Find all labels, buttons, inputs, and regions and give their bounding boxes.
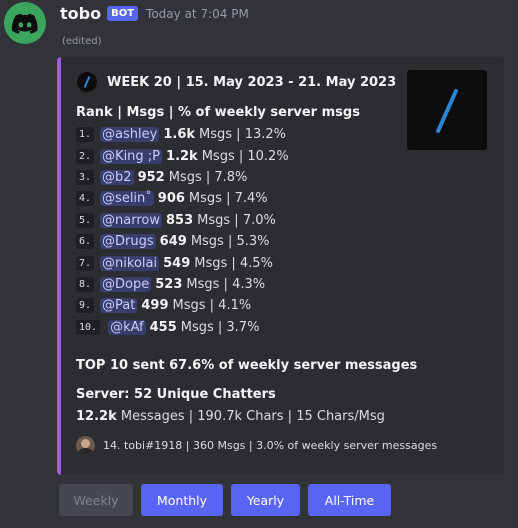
message-count: 455 bbox=[149, 319, 177, 335]
rank-number: 4. bbox=[76, 191, 95, 207]
rank-stats: Msgs | 10.2% bbox=[201, 148, 289, 164]
message-header: tobo BOT Today at 7:04 PM bbox=[60, 4, 249, 23]
rank-row: 2. @King ;P 1.2k Msgs | 10.2% bbox=[76, 145, 376, 166]
rank-number: 5. bbox=[76, 212, 95, 228]
alltime-button[interactable]: All-Time bbox=[308, 484, 391, 516]
message-count: 549 bbox=[163, 255, 191, 271]
user-mention[interactable]: @b2 bbox=[100, 169, 134, 185]
message-count: 1.6k bbox=[163, 127, 196, 143]
rank-row: 10. @kAf 455 Msgs | 3.7% bbox=[76, 317, 376, 338]
message-timestamp[interactable]: Today at 7:04 PM bbox=[146, 7, 249, 21]
rank-stats: Msgs | 13.2% bbox=[199, 127, 286, 143]
rank-stats: Msgs | 7.0% bbox=[197, 212, 276, 228]
bot-badge: BOT bbox=[107, 6, 139, 21]
user-mention[interactable]: @narrow bbox=[100, 212, 163, 228]
yearly-button[interactable]: Yearly bbox=[231, 484, 300, 516]
bot-avatar[interactable] bbox=[4, 2, 46, 44]
user-mention[interactable]: @ashley bbox=[100, 127, 160, 143]
message-count: 952 bbox=[137, 169, 165, 185]
message-count: 499 bbox=[141, 298, 169, 314]
embed-author: WEEK 20 | 15. May 2023 - 21. May 2023 bbox=[77, 72, 396, 92]
rank-stats: Msgs | 3.7% bbox=[180, 319, 260, 335]
rank-number: 7. bbox=[76, 255, 95, 271]
rank-list: 1. @ashley 1.6k Msgs | 13.2% 2. @King ;P… bbox=[76, 124, 376, 338]
message-count: 649 bbox=[159, 234, 187, 250]
edited-label: (edited) bbox=[62, 36, 102, 47]
message-count: 1.2k bbox=[166, 148, 198, 164]
discord-logo-icon bbox=[11, 13, 38, 34]
rank-number: 9. bbox=[76, 298, 95, 314]
author-name[interactable]: tobo bbox=[60, 4, 101, 23]
rank-number: 3. bbox=[76, 169, 95, 185]
rank-number: 10. bbox=[76, 319, 101, 335]
rank-row: 1. @ashley 1.6k Msgs | 13.2% bbox=[76, 124, 376, 145]
rank-row: 8. @Dope 523 Msgs | 4.3% bbox=[76, 274, 376, 295]
rank-row: 9. @Pat 499 Msgs | 4.1% bbox=[76, 295, 376, 316]
user-mention[interactable]: @nikolai bbox=[100, 255, 160, 271]
footer-text: 14. tobi#1918 | 360 Msgs | 3.0% of weekl… bbox=[103, 439, 438, 452]
rank-row: 3. @b2 952 Msgs | 7.8% bbox=[76, 167, 376, 188]
server-stats: 12.2k Messages | 190.7k Chars | 15 Chars… bbox=[76, 409, 385, 424]
user-mention[interactable]: @Pat bbox=[100, 298, 138, 314]
stats-embed: WEEK 20 | 15. May 2023 - 21. May 2023 Ra… bbox=[57, 57, 504, 475]
user-mention[interactable]: @Dope bbox=[100, 276, 152, 292]
user-mention[interactable]: @Drugs bbox=[100, 234, 156, 250]
rank-stats: Msgs | 4.1% bbox=[172, 298, 252, 314]
message-count: 906 bbox=[157, 191, 185, 207]
monthly-button[interactable]: Monthly bbox=[141, 484, 223, 516]
rank-stats: Msgs | 7.8% bbox=[168, 169, 248, 185]
user-mention[interactable]: @King ;P bbox=[100, 148, 163, 164]
top10-summary: TOP 10 sent 67.6% of weekly server messa… bbox=[76, 358, 418, 373]
embed-thumbnail[interactable] bbox=[407, 70, 487, 150]
rank-stats: Msgs | 4.5% bbox=[194, 255, 273, 271]
week-title: WEEK 20 | 15. May 2023 - 21. May 2023 bbox=[107, 74, 397, 90]
stats-message-total: 12.2k bbox=[76, 409, 117, 424]
message-count: 523 bbox=[155, 276, 183, 292]
rank-number: 2. bbox=[76, 148, 95, 164]
rank-number: 6. bbox=[76, 234, 95, 250]
stats-details: Messages | 190.7k Chars | 15 Chars/Msg bbox=[120, 409, 385, 424]
rank-stats: Msgs | 5.3% bbox=[190, 234, 270, 250]
rank-stats: Msgs | 4.3% bbox=[186, 276, 266, 292]
rank-row: 4. @selin˚ 906 Msgs | 7.4% bbox=[76, 188, 376, 209]
user-mention[interactable]: @selin˚ bbox=[100, 191, 154, 207]
server-icon bbox=[77, 72, 97, 92]
rank-row: 6. @Drugs 649 Msgs | 5.3% bbox=[76, 231, 376, 252]
rank-number: 1. bbox=[76, 127, 95, 143]
embed-footer: 14. tobi#1918 | 360 Msgs | 3.0% of weekl… bbox=[76, 436, 437, 455]
rank-number: 8. bbox=[76, 276, 95, 292]
rank-header: Rank | Msgs | % of weekly server msgs bbox=[76, 105, 360, 120]
user-avatar-icon bbox=[76, 436, 95, 455]
message-count: 853 bbox=[166, 212, 194, 228]
button-row: Weekly Monthly Yearly All-Time bbox=[59, 484, 399, 516]
rank-stats: Msgs | 7.4% bbox=[188, 191, 268, 207]
server-summary-title: Server: 52 Unique Chatters bbox=[76, 387, 276, 402]
rank-row: 7. @nikolai 549 Msgs | 4.5% bbox=[76, 252, 376, 273]
user-mention[interactable]: @kAf bbox=[108, 319, 146, 335]
weekly-button[interactable]: Weekly bbox=[59, 484, 133, 516]
rank-row: 5. @narrow 853 Msgs | 7.0% bbox=[76, 210, 376, 231]
